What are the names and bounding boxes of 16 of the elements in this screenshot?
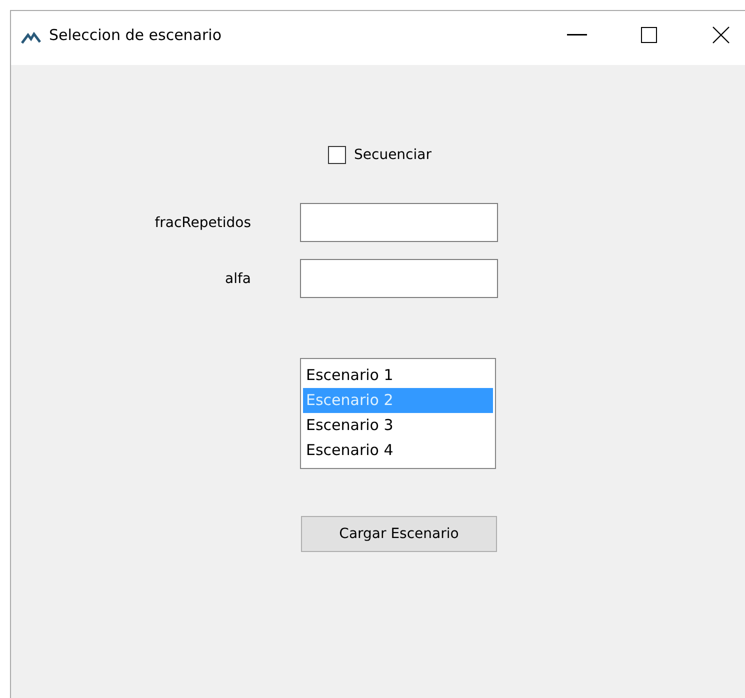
maximize-icon [641, 27, 657, 43]
scenario-list[interactable]: Escenario 1 Escenario 2 Escenario 3 Escenario 4 [300, 358, 496, 469]
field-label: fracRepetidos [154, 214, 251, 230]
list-item[interactable]: Escenario 1 [303, 363, 493, 388]
window-title: Seleccion de escenario [49, 26, 223, 46]
load-scenario-button[interactable]: Cargar Escenario [301, 516, 497, 552]
list-item[interactable]: Escenario 3 [303, 413, 493, 438]
input-field[interactable] [300, 203, 498, 242]
close-icon [712, 26, 730, 44]
list-item[interactable]: Escenario 4 [303, 438, 493, 463]
input-field[interactable] [300, 259, 498, 298]
checkbox-label: Secuenciar [354, 147, 432, 163]
checkbox[interactable] [328, 146, 346, 164]
field-label: alfa [225, 270, 251, 286]
app-icon [21, 32, 41, 44]
minimize-icon [567, 34, 587, 36]
